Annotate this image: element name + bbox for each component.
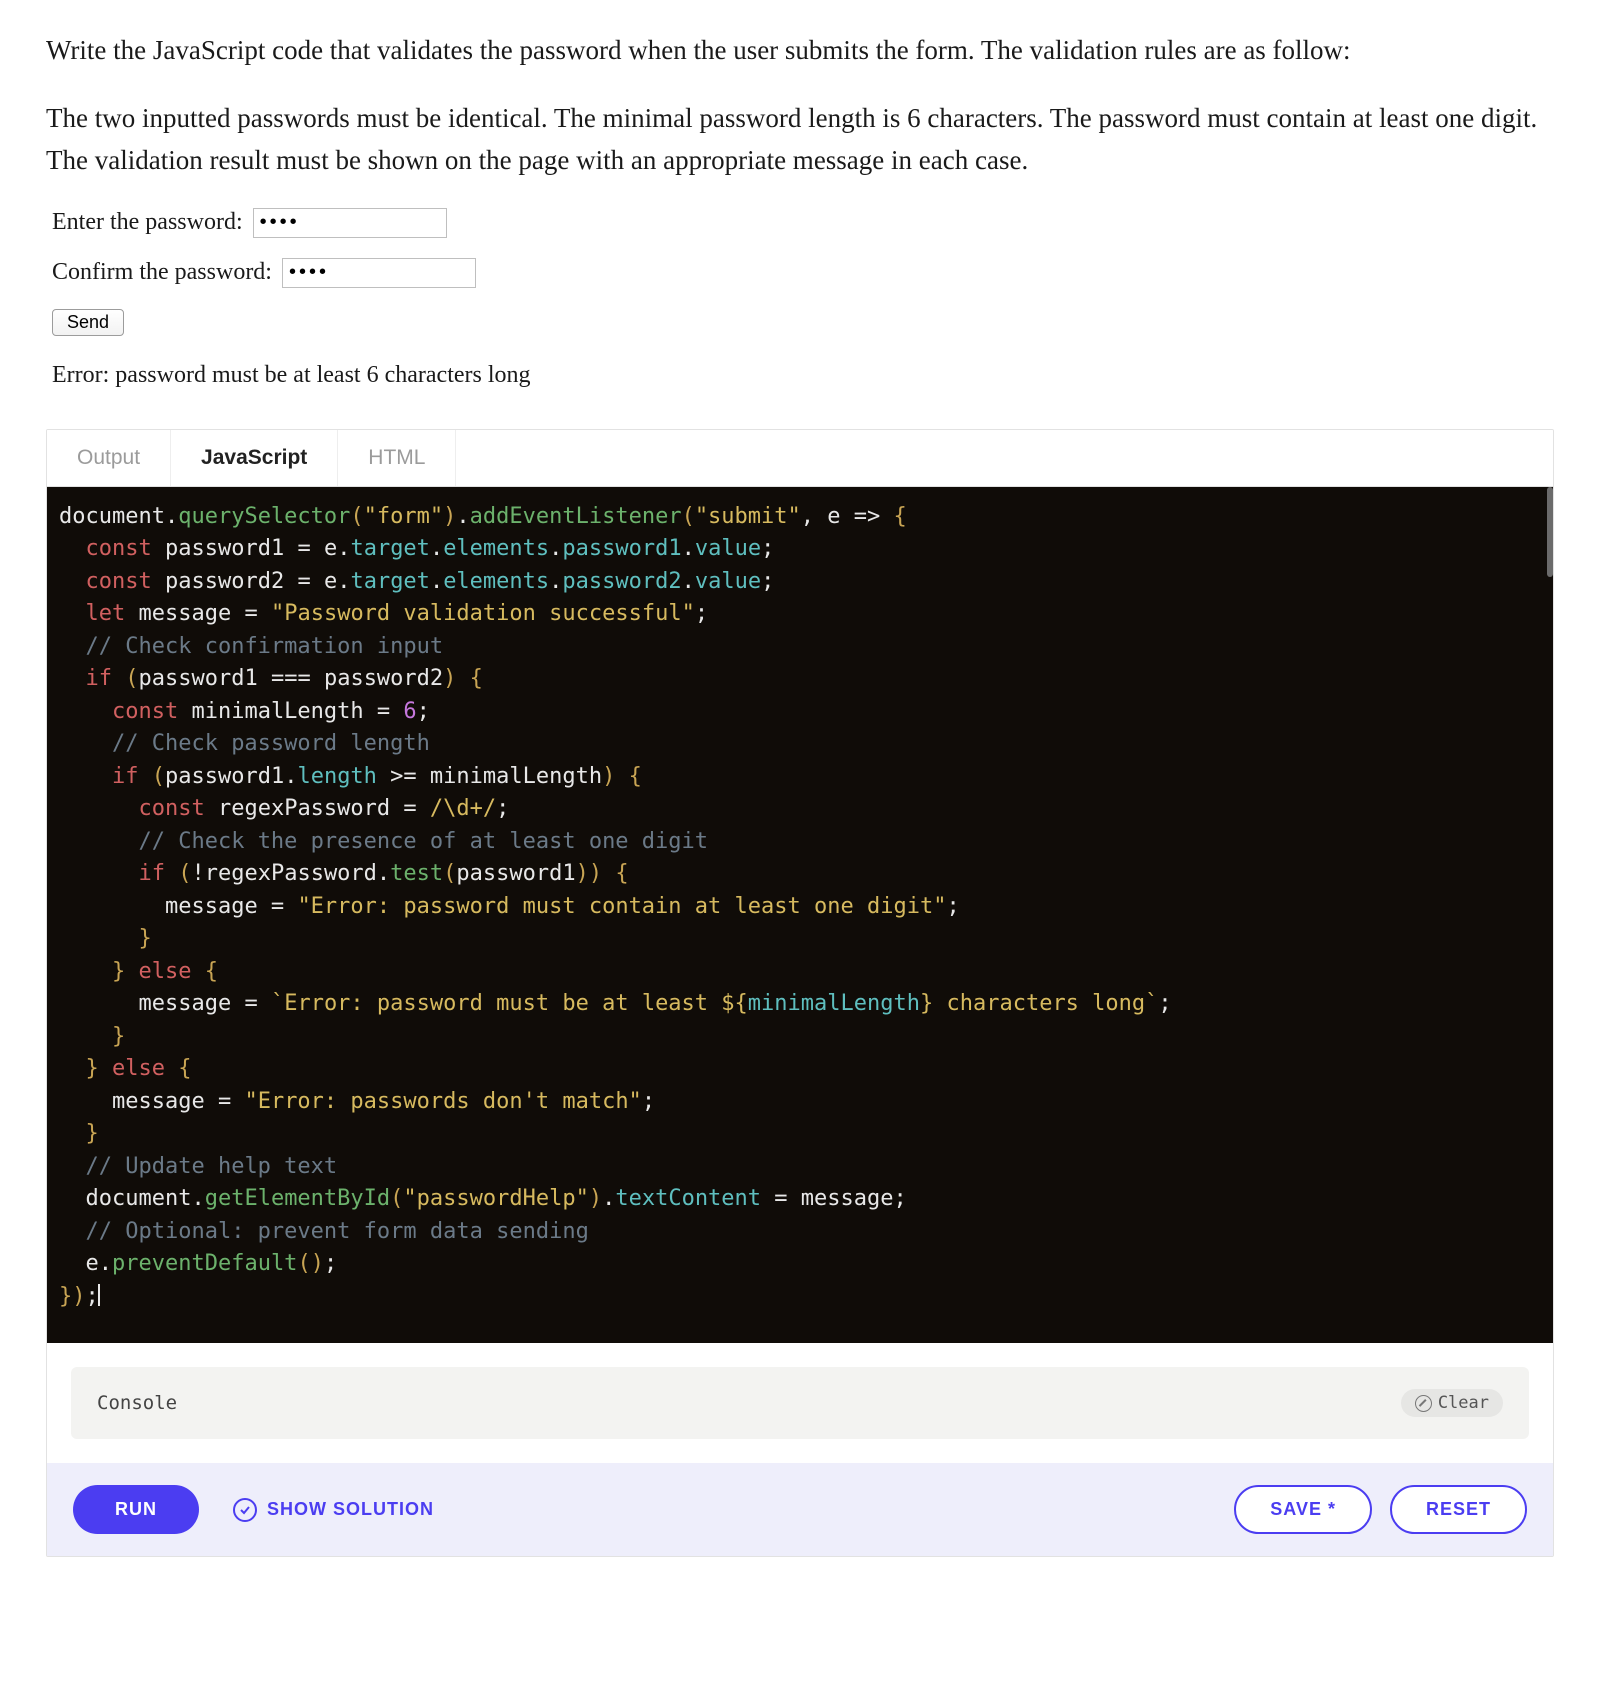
code-area[interactable]: document.querySelector("form").addEventL… bbox=[47, 487, 1553, 1344]
check-icon bbox=[233, 1498, 257, 1522]
tab-javascript[interactable]: JavaScript bbox=[171, 430, 338, 486]
confirm-password-label: Confirm the password: bbox=[52, 259, 272, 286]
show-solution-button[interactable]: SHOW SOLUTION bbox=[227, 1497, 440, 1523]
run-button[interactable]: RUN bbox=[73, 1485, 199, 1534]
editor-footer: RUN SHOW SOLUTION SAVE * RESET bbox=[47, 1463, 1553, 1556]
password-demo: Enter the password: Confirm the password… bbox=[52, 208, 1554, 389]
password-input-2[interactable] bbox=[282, 258, 476, 288]
demo-error-message: Error: password must be at least 6 chara… bbox=[52, 362, 1554, 389]
clear-console-button[interactable]: Clear bbox=[1401, 1389, 1503, 1417]
console-label: Console bbox=[97, 1392, 177, 1414]
editor-tabs: Output JavaScript HTML bbox=[47, 430, 1553, 487]
rules-text: The two inputted passwords must be ident… bbox=[46, 98, 1554, 182]
intro-text: Write the JavaScript code that validates… bbox=[46, 30, 1554, 72]
show-solution-label: SHOW SOLUTION bbox=[267, 1499, 434, 1520]
password-input-1[interactable] bbox=[253, 208, 447, 238]
tab-html[interactable]: HTML bbox=[338, 430, 456, 486]
send-button[interactable]: Send bbox=[52, 309, 124, 336]
enter-password-label: Enter the password: bbox=[52, 209, 243, 236]
code-content: document.querySelector("form").addEventL… bbox=[59, 501, 1541, 1314]
save-button[interactable]: SAVE * bbox=[1234, 1485, 1372, 1534]
code-editor: Output JavaScript HTML document.querySel… bbox=[46, 429, 1554, 1558]
ban-icon bbox=[1415, 1395, 1432, 1412]
console-panel: Console Clear bbox=[71, 1367, 1529, 1439]
tab-output[interactable]: Output bbox=[47, 430, 171, 486]
reset-button[interactable]: RESET bbox=[1390, 1485, 1527, 1534]
clear-label: Clear bbox=[1438, 1393, 1489, 1413]
cursor-icon bbox=[98, 1284, 100, 1306]
